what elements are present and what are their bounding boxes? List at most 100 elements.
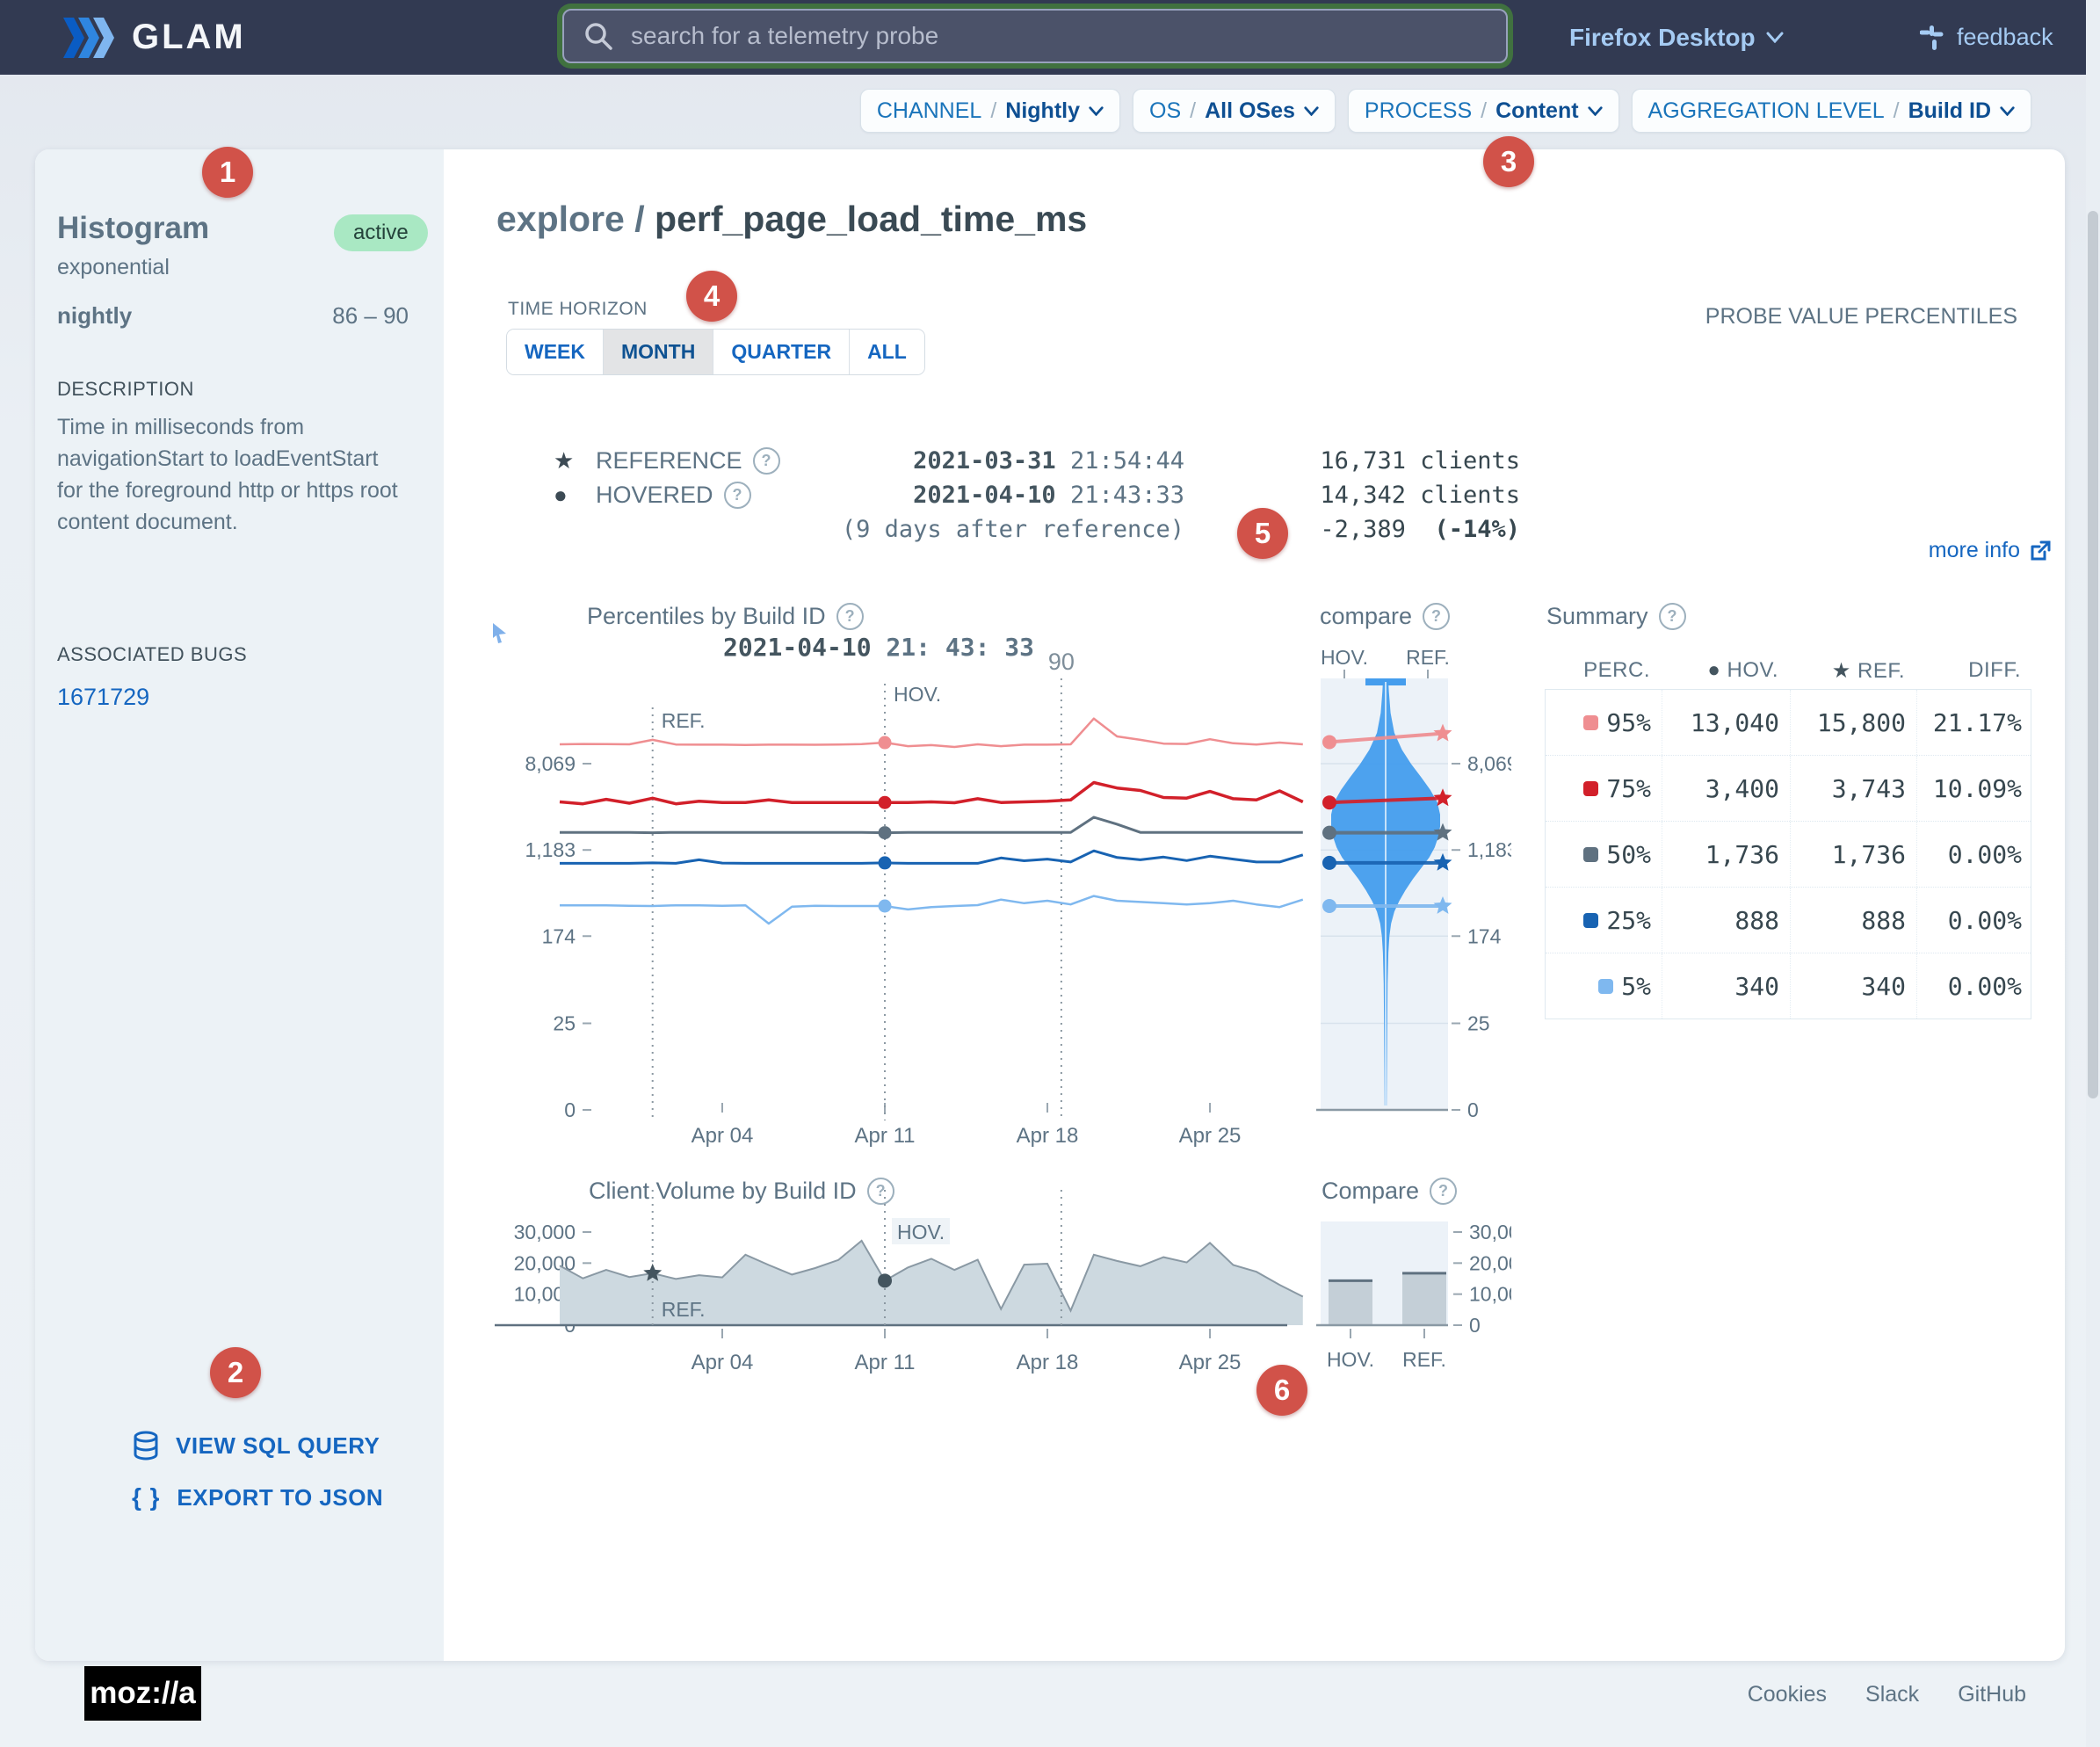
table-row: 75% 3,400 3,743 10.09% xyxy=(1546,756,2031,822)
summary-header-ref: ★ REF. xyxy=(1789,658,1915,684)
svg-text:174: 174 xyxy=(542,924,576,947)
feedback-link[interactable]: feedback xyxy=(1920,0,2053,75)
filter-value: Nightly xyxy=(1005,98,1080,124)
more-info-link[interactable]: more info xyxy=(1929,538,2052,563)
time-horizon-month[interactable]: MONTH xyxy=(604,330,713,374)
svg-text:REF.: REF. xyxy=(662,1298,706,1321)
table-row: 50% 1,736 1,736 0.00% xyxy=(1546,822,2031,888)
filter-value: Content xyxy=(1495,98,1578,124)
help-icon[interactable]: ? xyxy=(753,447,780,475)
table-row: 25% 888 888 0.00% xyxy=(1546,888,2031,953)
app-navbar: GLAM Firefox Desktop xyxy=(0,0,2100,75)
reference-star-icon: ★ xyxy=(554,447,596,475)
breadcrumb: explore / perf_page_load_time_ms xyxy=(496,199,1087,240)
chevron-down-icon xyxy=(1089,106,1104,116)
hovered-label: HOVERED? xyxy=(596,482,826,509)
scrollbar[interactable] xyxy=(2088,211,2098,1098)
probe-search[interactable] xyxy=(562,9,1508,63)
svg-text:0: 0 xyxy=(564,1098,576,1121)
export-json-button[interactable]: { } EXPORT TO JSON xyxy=(132,1483,383,1511)
svg-text:2021-04-10 21: 43: 33: 2021-04-10 21: 43: 33 xyxy=(723,633,1034,662)
percentiles-by-build-id-chart[interactable]: 8,0691,183174250Apr 04Apr 11Apr 18Apr 25… xyxy=(488,598,1322,1160)
bug-link[interactable]: 1671729 xyxy=(57,684,149,711)
external-link-icon xyxy=(2029,540,2052,562)
export-json-label: EXPORT TO JSON xyxy=(177,1484,383,1511)
database-icon xyxy=(132,1431,160,1461)
footer-link-cookies[interactable]: Cookies xyxy=(1748,1682,1827,1707)
time-horizon-week[interactable]: WEEK xyxy=(507,330,604,374)
svg-text:30,000: 30,000 xyxy=(1469,1221,1511,1243)
probe-type-heading: Histogram xyxy=(57,211,209,246)
svg-text:8,069: 8,069 xyxy=(1467,752,1511,775)
time-horizon-label: TIME HORIZON xyxy=(508,299,648,320)
reference-label: REFERENCE? xyxy=(596,447,826,475)
filter-channel[interactable]: CHANNEL / Nightly xyxy=(860,89,1120,133)
time-horizon-all[interactable]: ALL xyxy=(850,330,924,374)
svg-text:90: 90 xyxy=(1048,649,1075,675)
svg-text:Apr 25: Apr 25 xyxy=(1179,1124,1242,1148)
chevron-down-icon xyxy=(1588,106,1603,116)
scrollbar-track xyxy=(2086,0,2100,1747)
search-icon xyxy=(583,21,613,51)
client-volume-chart[interactable]: 30,00020,00010,0000HOV.REF.Apr 04Apr 11A… xyxy=(488,1178,1322,1380)
filter-process[interactable]: PROCESS / Content xyxy=(1348,89,1619,133)
filter-slash: / xyxy=(990,98,996,124)
svg-text:0: 0 xyxy=(1467,1098,1479,1121)
version-range: 86 – 90 xyxy=(332,302,409,330)
brand-name: GLAM xyxy=(132,18,246,57)
view-sql-label: VIEW SQL QUERY xyxy=(176,1432,380,1460)
svg-text:Apr 18: Apr 18 xyxy=(1017,1351,1079,1374)
filter-slash: / xyxy=(1190,98,1196,124)
summary-body: 95% 13,040 15,800 21.17% 75% 3,400 3,743… xyxy=(1545,689,2031,1019)
svg-text:Apr 25: Apr 25 xyxy=(1179,1351,1242,1374)
svg-text:1,183: 1,183 xyxy=(1467,838,1511,861)
reference-datetime: 2021-03-31 21:54:44 xyxy=(826,447,1184,475)
annotation-6: 6 xyxy=(1256,1365,1307,1416)
status-badge: active xyxy=(334,214,428,251)
svg-text:174: 174 xyxy=(1467,924,1502,947)
svg-text:25: 25 xyxy=(1467,1012,1490,1035)
glam-page: GLAM Firefox Desktop xyxy=(0,0,2100,1747)
annotation-5: 5 xyxy=(1237,508,1288,559)
footer-link-slack[interactable]: Slack xyxy=(1865,1682,1919,1707)
annotation-4: 4 xyxy=(686,271,737,322)
annotation-3: 3 xyxy=(1483,136,1534,187)
summary-header-perc: PERC. xyxy=(1545,658,1661,683)
svg-text:REF.: REF. xyxy=(1402,1348,1446,1371)
help-icon[interactable]: ? xyxy=(1659,603,1686,630)
search-input[interactable] xyxy=(629,21,1487,51)
filter-label: PROCESS xyxy=(1365,98,1472,124)
svg-text:Apr 04: Apr 04 xyxy=(692,1351,754,1374)
summary-table: PERC. ● HOV. ★ REF. DIFF. 95% 13,040 15,… xyxy=(1545,652,2031,1019)
filter-value: All OSes xyxy=(1205,98,1295,124)
filter-os[interactable]: OS / All OSes xyxy=(1133,89,1336,133)
time-horizon-quarter[interactable]: QUARTER xyxy=(713,330,850,374)
summary-header: PERC. ● HOV. ★ REF. DIFF. xyxy=(1545,652,2031,689)
channel-versions-row: nightly 86 – 90 xyxy=(57,302,409,330)
svg-text:10,000: 10,000 xyxy=(1469,1283,1511,1306)
description-text: Time in milliseconds from navigationStar… xyxy=(57,411,402,538)
footer-link-github[interactable]: GitHub xyxy=(1958,1682,2026,1707)
chevron-down-icon xyxy=(1766,32,1784,43)
description-title: DESCRIPTION xyxy=(57,378,194,401)
percentile-swatch xyxy=(1583,913,1598,928)
svg-text:REF.: REF. xyxy=(662,709,706,732)
help-icon[interactable]: ? xyxy=(1423,603,1450,630)
product-selector[interactable]: Firefox Desktop xyxy=(1569,0,1784,75)
compare-violin-title: compare? xyxy=(1320,603,1450,630)
mozilla-logo[interactable]: moz://a xyxy=(84,1666,201,1721)
hovered-clients: 14,342 clients xyxy=(1184,482,1520,509)
view-sql-query-button[interactable]: VIEW SQL QUERY xyxy=(132,1431,380,1461)
hover-reference-info: ★ REFERENCE? 2021-03-31 21:54:44 16,731 … xyxy=(554,444,1520,547)
time-horizon-group: WEEK MONTH QUARTER ALL xyxy=(506,329,925,375)
svg-text:0: 0 xyxy=(1469,1314,1481,1337)
compare-violin-chart[interactable]: 8,0691,183174250HOV.REF. xyxy=(1309,642,1511,1134)
help-icon[interactable]: ? xyxy=(724,482,751,509)
brand-logo[interactable]: GLAM xyxy=(63,0,246,75)
filter-aggregation-level[interactable]: AGGREGATION LEVEL / Build ID xyxy=(1632,89,2031,133)
reference-clients: 16,731 clients xyxy=(1184,447,1520,475)
more-info-label: more info xyxy=(1929,538,2020,563)
filter-slash: / xyxy=(1481,98,1487,124)
compare-bars-chart[interactable]: 30,00020,00010,0000HOV.REF. xyxy=(1309,1178,1511,1380)
delta-clients: -2,389 (-14%) xyxy=(1184,516,1520,543)
